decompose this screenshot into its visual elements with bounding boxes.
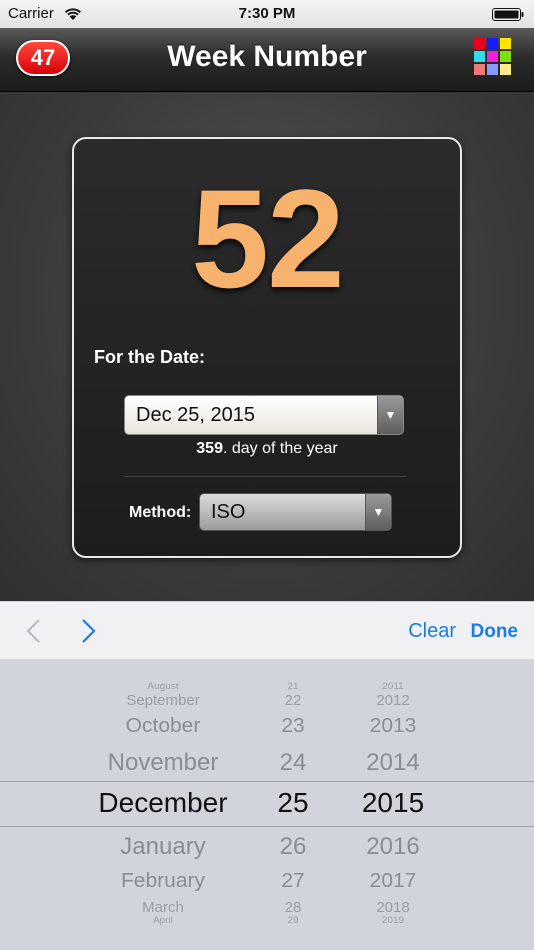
clear-button[interactable]: Clear xyxy=(408,620,456,643)
picker-year-selected[interactable]: 2015 xyxy=(362,787,424,819)
picker-day-option[interactable]: 24 xyxy=(280,749,307,777)
picker-month-selected[interactable]: December xyxy=(98,787,227,819)
chevron-right-icon[interactable] xyxy=(78,618,98,644)
color-grid-cell xyxy=(474,64,485,75)
color-grid-cell xyxy=(487,38,498,49)
status-bar: Carrier 7:30 PM xyxy=(0,0,534,28)
picker-year-option[interactable]: 2017 xyxy=(370,870,417,894)
picker-day-option[interactable]: 23 xyxy=(281,715,304,739)
picker-month-option[interactable]: October xyxy=(126,715,201,739)
picker-year-option[interactable]: 2016 xyxy=(366,833,419,861)
color-grid-cell xyxy=(500,38,511,49)
picker-year-option[interactable]: 2013 xyxy=(370,715,417,739)
method-select[interactable]: ISO ▼ xyxy=(199,493,392,531)
week-number-display: 52 xyxy=(191,160,345,317)
picker-month-option[interactable]: April xyxy=(153,915,173,926)
divider xyxy=(124,476,406,477)
main-area: 52 For the Date: Dec 25, 2015 ▼ 359. day… xyxy=(0,93,534,601)
picker-day-option[interactable]: 27 xyxy=(281,870,304,894)
method-select-value: ISO xyxy=(211,500,246,523)
page-title: Week Number xyxy=(167,40,367,73)
status-time: 7:30 PM xyxy=(238,5,296,22)
picker-month-option[interactable]: August xyxy=(147,681,178,692)
picker-year-option[interactable]: 2019 xyxy=(382,915,404,926)
picker-month-option[interactable]: March xyxy=(142,899,184,915)
color-grid-cell xyxy=(487,51,498,62)
picker-toolbar: Clear Done xyxy=(0,601,534,659)
chevron-left-icon[interactable] xyxy=(24,618,44,644)
date-select[interactable]: Dec 25, 2015 ▼ xyxy=(124,395,404,435)
picker-year-option[interactable]: 2018 xyxy=(376,899,409,915)
color-grid-cell xyxy=(487,64,498,75)
picker-selection-band xyxy=(0,781,534,827)
picker-day-selected[interactable]: 25 xyxy=(277,787,308,819)
week-card: 52 For the Date: Dec 25, 2015 ▼ 359. day… xyxy=(72,137,462,558)
picker-day-option[interactable]: 21 xyxy=(287,681,298,692)
day-suffix: . day of the year xyxy=(222,440,338,457)
day-of-year-label: 359. day of the year xyxy=(74,440,460,458)
picker-day-option[interactable]: 28 xyxy=(285,899,302,915)
color-grid-cell xyxy=(474,38,485,49)
picker-month-option[interactable]: February xyxy=(121,870,205,894)
picker-year-option[interactable]: 2014 xyxy=(366,749,419,777)
dropdown-arrow-icon: ▼ xyxy=(377,396,403,434)
picker-month-option[interactable]: November xyxy=(108,749,219,777)
color-grid-icon[interactable] xyxy=(474,38,512,76)
picker-year-option[interactable]: 2011 xyxy=(382,681,404,692)
picker-month-option[interactable]: September xyxy=(126,692,199,708)
color-grid-cell xyxy=(474,51,485,62)
date-picker[interactable]: August September October November December Ja… xyxy=(0,659,534,950)
dropdown-arrow-icon: ▼ xyxy=(365,494,391,530)
picker-month-option[interactable]: January xyxy=(120,833,205,861)
navigation-bar: 47 Week Number xyxy=(0,28,534,92)
method-label: Method: xyxy=(129,504,192,521)
date-select-value: Dec 25, 2015 xyxy=(136,403,255,426)
picker-day-option[interactable]: 22 xyxy=(285,692,302,708)
for-date-label: For the Date: xyxy=(94,347,206,367)
done-button[interactable]: Done xyxy=(471,621,519,643)
picker-day-option[interactable]: 26 xyxy=(280,833,307,861)
picker-day-option[interactable]: 29 xyxy=(287,915,298,926)
color-grid-cell xyxy=(500,51,511,62)
day-number: 359 xyxy=(196,440,223,457)
battery-icon xyxy=(492,8,524,21)
color-grid-cell xyxy=(500,64,511,75)
picker-year-option[interactable]: 2012 xyxy=(376,692,409,708)
